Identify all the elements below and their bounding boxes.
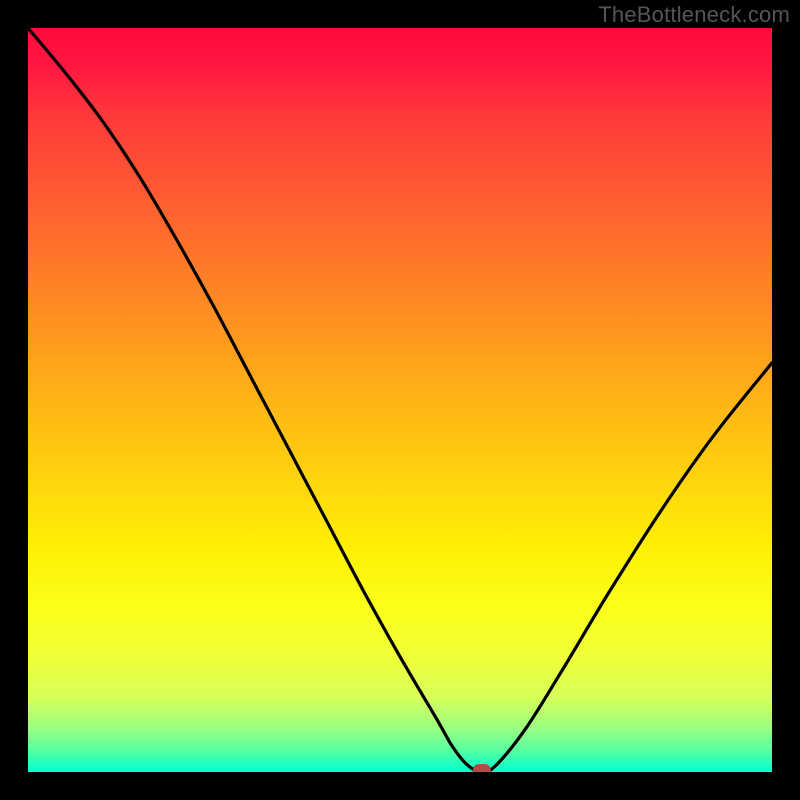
plot-area bbox=[28, 28, 772, 772]
curve-path bbox=[28, 28, 772, 772]
watermark-text: TheBottleneck.com bbox=[598, 2, 790, 28]
bottleneck-curve bbox=[28, 28, 772, 772]
chart-frame: TheBottleneck.com bbox=[0, 0, 800, 800]
minimum-marker bbox=[473, 764, 491, 772]
